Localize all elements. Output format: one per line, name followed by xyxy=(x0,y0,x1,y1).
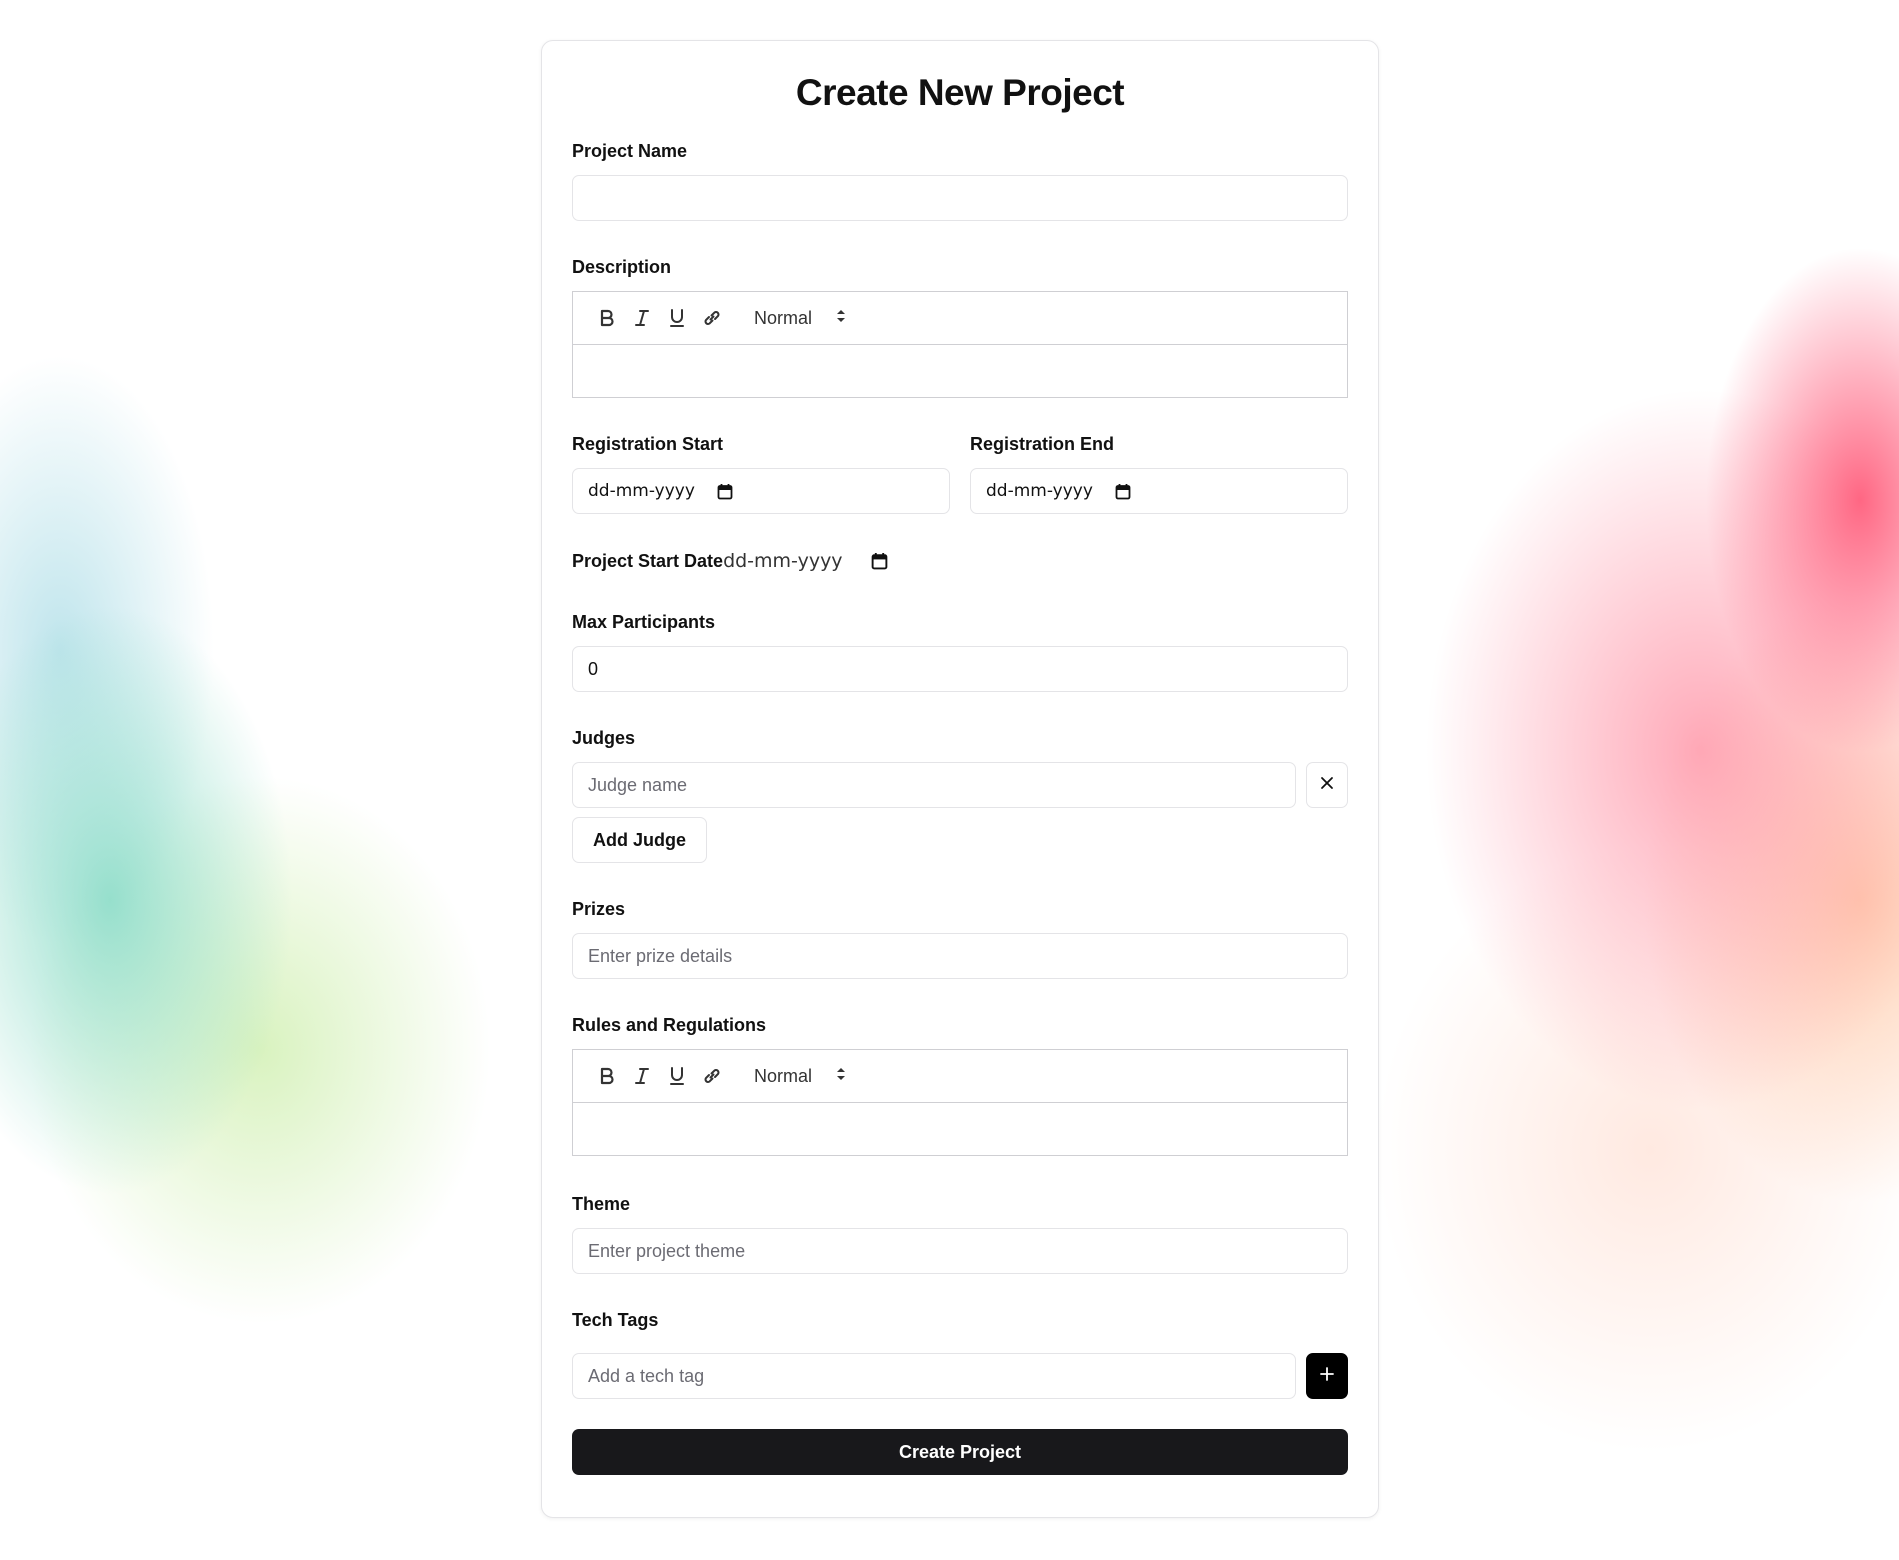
registration-end-input[interactable]: dd-mm-yyyy xyxy=(970,468,1348,515)
description-editor-body[interactable] xyxy=(573,345,1347,397)
project-name-label: Project Name xyxy=(572,141,688,162)
judges-group: Judges Judge name Add Judge xyxy=(572,728,1348,864)
rules-label: Rules and Regulations xyxy=(572,1015,767,1036)
italic-icon[interactable] xyxy=(624,1061,659,1091)
rules-editor: Normal xyxy=(572,1049,1348,1157)
prizes-group: Prizes Enter prize details xyxy=(572,899,1348,980)
calendar-icon[interactable] xyxy=(871,552,888,570)
format-select-value: Normal xyxy=(754,307,813,328)
registration-start-group: Registration Start dd-mm-yyyy xyxy=(572,434,950,515)
registration-end-value: dd-mm-yyyy xyxy=(986,481,1093,502)
underline-icon[interactable] xyxy=(659,1061,694,1091)
rules-editor-body[interactable] xyxy=(573,1103,1347,1155)
project-start-date-label: Project Start Date xyxy=(572,550,724,571)
create-project-card: Create New Project Project Name Descript… xyxy=(541,40,1379,1518)
description-group: Description Normal xyxy=(572,257,1348,399)
calendar-icon[interactable] xyxy=(717,483,733,500)
format-select[interactable]: Normal xyxy=(754,308,846,329)
prizes-label: Prizes xyxy=(572,899,626,920)
registration-start-value: dd-mm-yyyy xyxy=(588,481,695,502)
tech-tag-row: Add a tech tag xyxy=(572,1353,1348,1400)
registration-end-group: Registration End dd-mm-yyyy xyxy=(970,434,1348,515)
calendar-icon[interactable] xyxy=(1115,483,1131,500)
judges-label: Judges xyxy=(572,728,636,749)
project-name-input[interactable] xyxy=(572,175,1348,222)
registration-start-label: Registration Start xyxy=(572,434,724,455)
judge-name-input[interactable]: Judge name xyxy=(572,762,1296,809)
link-icon[interactable] xyxy=(694,1061,729,1091)
tech-tags-label: Tech Tags xyxy=(572,1310,659,1331)
description-editor: Normal xyxy=(572,291,1348,399)
page-title: Create New Project xyxy=(795,72,1125,113)
select-arrows-icon xyxy=(836,308,846,329)
judge-row: Judge name xyxy=(572,762,1348,809)
add-judge-button[interactable]: Add Judge xyxy=(572,817,707,864)
max-participants-input[interactable]: 0 xyxy=(572,646,1348,693)
close-icon xyxy=(1320,776,1334,795)
format-select-value: Normal xyxy=(754,1065,813,1086)
rules-toolbar: Normal xyxy=(573,1050,1347,1104)
registration-dates-row: Registration Start dd-mm-yyyy Registrati… xyxy=(572,434,1348,515)
theme-group: Theme Enter project theme xyxy=(572,1194,1348,1275)
registration-end-label: Registration End xyxy=(970,434,1115,455)
project-name-group: Project Name xyxy=(572,141,1348,222)
select-arrows-icon xyxy=(836,1066,846,1087)
underline-icon[interactable] xyxy=(659,303,694,333)
tech-tags-group: Tech Tags Add a tech tag xyxy=(572,1310,1348,1400)
bold-icon[interactable] xyxy=(589,1061,624,1091)
max-participants-label: Max Participants xyxy=(572,612,716,633)
registration-start-input[interactable]: dd-mm-yyyy xyxy=(572,468,950,515)
remove-judge-button[interactable] xyxy=(1306,762,1348,809)
create-project-button[interactable]: Create Project xyxy=(572,1429,1348,1476)
project-start-date-group: Project Start Date dd-mm-yyyy xyxy=(572,550,1348,572)
tech-tag-input[interactable]: Add a tech tag xyxy=(572,1353,1296,1400)
prizes-input[interactable]: Enter prize details xyxy=(572,933,1348,980)
plus-icon xyxy=(1319,1366,1335,1387)
add-tech-tag-button[interactable] xyxy=(1306,1353,1348,1400)
italic-icon[interactable] xyxy=(624,303,659,333)
description-toolbar: Normal xyxy=(573,292,1347,346)
max-participants-group: Max Participants 0 xyxy=(572,612,1348,693)
rules-group: Rules and Regulations Normal xyxy=(572,1015,1348,1157)
format-select[interactable]: Normal xyxy=(754,1066,846,1087)
project-start-date-input[interactable]: dd-mm-yyyy xyxy=(723,550,843,572)
link-icon[interactable] xyxy=(694,303,729,333)
theme-label: Theme xyxy=(572,1194,631,1215)
description-label: Description xyxy=(572,257,672,278)
bold-icon[interactable] xyxy=(589,303,624,333)
theme-input[interactable]: Enter project theme xyxy=(572,1228,1348,1275)
